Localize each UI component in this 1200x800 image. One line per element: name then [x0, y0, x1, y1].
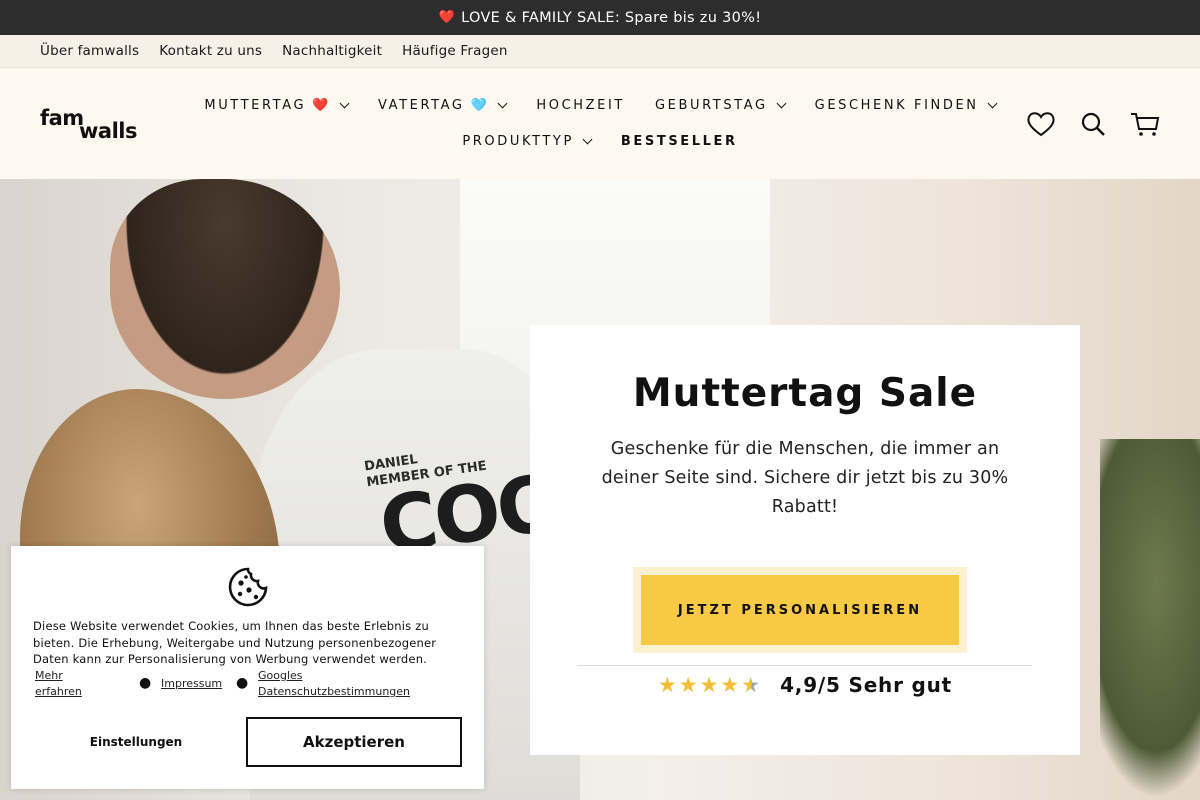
link-bullet: ●: [236, 675, 249, 691]
famwalls-logo[interactable]: fam walls: [40, 106, 144, 143]
header-icons: [1026, 110, 1160, 138]
blue-heart-emoji: 🩵: [470, 97, 490, 113]
utility-link-contact[interactable]: Kontakt zu uns: [159, 43, 262, 59]
utility-link-faq[interactable]: Häufige Fragen: [402, 43, 508, 59]
nav-label-hochzeit: HOCHZEIT: [536, 97, 625, 113]
cookie-accept-button[interactable]: Akzeptieren: [246, 717, 462, 767]
hero-man-head: [110, 179, 340, 399]
cookie-link-privacy-1[interactable]: Googles: [258, 668, 303, 685]
utility-link-about[interactable]: Über famwalls: [40, 43, 139, 59]
main-nav: MUTTERTAG ❤️ VATERTAG 🩵 HOCHZEIT GEBURTS…: [180, 94, 1020, 166]
logo-text-fam: fam: [40, 106, 84, 130]
nav-label-muttertag: MUTTERTAG: [204, 97, 307, 113]
cookie-icon: [227, 566, 269, 608]
utility-nav: Über famwalls Kontakt zu uns Nachhaltigk…: [0, 35, 1200, 68]
link-bullet: ●: [139, 675, 152, 691]
promo-title: Muttertag Sale: [632, 371, 978, 416]
star-half-icon: ★: [741, 673, 761, 697]
personalize-button[interactable]: JETZT PERSONALISIEREN: [641, 575, 959, 645]
rating-row[interactable]: ★ ★ ★ ★ ★ 4,9/5 Sehr gut: [530, 673, 1080, 697]
chevron-down-icon: [497, 98, 508, 108]
chevron-down-icon: [582, 134, 593, 144]
promo-divider: [577, 665, 1032, 666]
cta-wrapper: JETZT PERSONALISIEREN: [633, 567, 967, 653]
nav-label-geburtstag: GEBURTSTAG: [654, 97, 768, 113]
announcement-text: LOVE & FAMILY SALE: Spare bis zu 30%!: [461, 9, 762, 26]
utility-link-sustainability[interactable]: Nachhaltigkeit: [282, 43, 382, 59]
promo-text: Geschenke für die Menschen, die immer an…: [601, 439, 1009, 517]
heart-emoji: ❤️: [438, 10, 456, 25]
cookie-links: Mehr erfahren ● Impressum ● Googles Date…: [33, 668, 453, 706]
nav-item-bestseller[interactable]: BESTSELLER: [621, 134, 738, 149]
star-icon: ★: [699, 673, 719, 697]
star-icon: ★: [678, 673, 698, 697]
star-icon: ★: [720, 673, 740, 697]
cookie-link-impressum[interactable]: Impressum: [161, 676, 222, 693]
chevron-down-icon: [776, 98, 787, 108]
search-icon[interactable]: [1078, 110, 1108, 138]
cart-icon[interactable]: [1130, 110, 1160, 138]
hero-plant: [1100, 439, 1200, 799]
nav-item-muttertag[interactable]: MUTTERTAG ❤️: [204, 97, 350, 113]
promo-card: Muttertag Sale Geschenke für die Mensche…: [530, 325, 1080, 755]
site-header: fam walls MUTTERTAG ❤️ VATERTAG 🩵 HOCHZE…: [0, 68, 1200, 179]
nav-label-geschenk-finden: GESCHENK FINDEN: [814, 97, 979, 113]
announcement-bar: ❤️ LOVE & FAMILY SALE: Spare bis zu 30%!: [0, 0, 1200, 35]
chevron-down-icon: [339, 98, 350, 108]
nav-label-bestseller: BESTSELLER: [620, 133, 738, 149]
chevron-down-icon: [987, 98, 998, 108]
logo-text-walls: walls: [79, 119, 137, 143]
nav-label-produkttyp: PRODUKTTYP: [462, 133, 574, 149]
rating-text: 4,9/5 Sehr gut: [780, 673, 953, 697]
cookie-link-more-1[interactable]: Mehr: [35, 668, 63, 685]
cookie-settings-button[interactable]: Einstellungen: [33, 717, 239, 767]
nav-item-geburtstag[interactable]: GEBURTSTAG: [654, 97, 787, 113]
cookie-banner: Diese Website verwendet Cookies, um Ihne…: [11, 546, 484, 789]
nav-item-vatertag[interactable]: VATERTAG 🩵: [377, 97, 508, 113]
cookie-link-privacy-2[interactable]: Datenschutzbestimmungen: [258, 684, 410, 701]
red-heart-emoji: ❤️: [312, 97, 331, 113]
star-icon: ★: [657, 673, 677, 697]
nav-item-produkttyp[interactable]: PRODUKTTYP: [462, 133, 593, 149]
nav-item-hochzeit[interactable]: HOCHZEIT: [536, 98, 625, 113]
rating-stars: ★ ★ ★ ★ ★: [658, 674, 760, 696]
nav-item-geschenk-finden[interactable]: GESCHENK FINDEN: [814, 97, 998, 113]
cookie-text: Diese Website verwendet Cookies, um Ihne…: [33, 619, 437, 666]
nav-label-vatertag: VATERTAG: [377, 97, 465, 113]
cookie-link-more-2[interactable]: erfahren: [35, 684, 82, 701]
heart-icon[interactable]: [1026, 110, 1056, 138]
